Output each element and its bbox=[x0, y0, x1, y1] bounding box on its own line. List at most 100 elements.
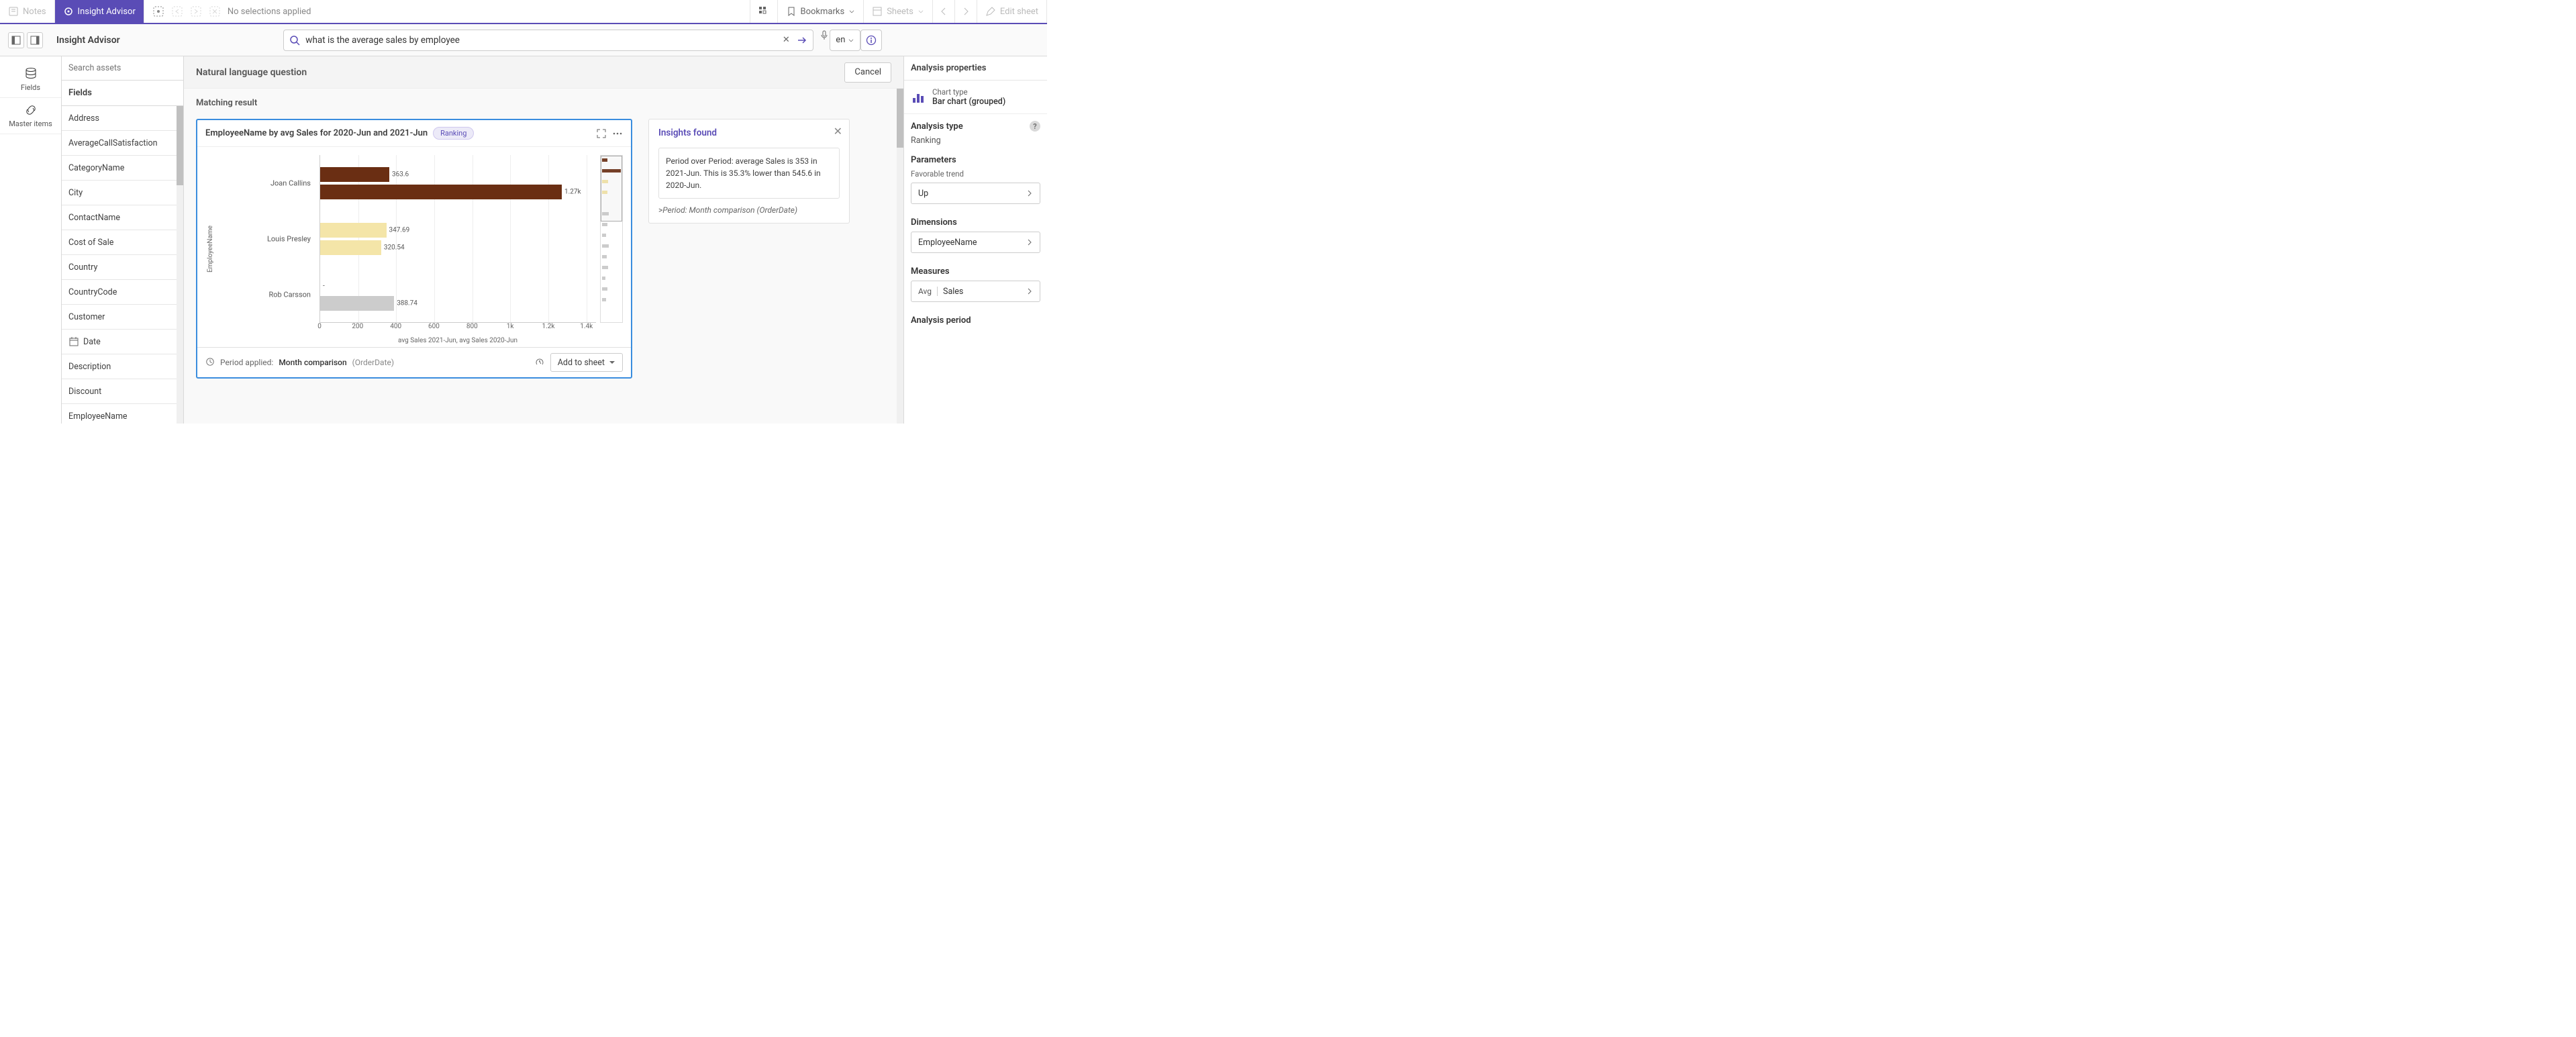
rail-fields[interactable]: Fields bbox=[0, 62, 61, 98]
chevron-right-icon bbox=[1026, 288, 1033, 295]
selections-tool-icon bbox=[758, 6, 769, 17]
add-to-sheet-button[interactable]: Add to sheet bbox=[550, 353, 623, 372]
selections-tool-button[interactable] bbox=[750, 0, 778, 23]
info-button[interactable] bbox=[860, 30, 882, 51]
x-tick-label: 800 bbox=[466, 323, 478, 330]
link-icon bbox=[24, 103, 38, 117]
asset-field-label: Description bbox=[68, 362, 111, 372]
clear-search-icon[interactable]: ✕ bbox=[781, 35, 791, 46]
asset-field-item[interactable]: CountryCode bbox=[62, 280, 183, 305]
favorable-trend-label: Favorable trend bbox=[911, 169, 1040, 179]
chart-type-label: Chart type bbox=[932, 87, 1005, 97]
asset-field-item[interactable]: Country bbox=[62, 255, 183, 280]
chart-title: EmployeeName by avg Sales for 2020-Jun a… bbox=[205, 128, 428, 138]
edit-sheet-button[interactable]: Edit sheet bbox=[977, 0, 1047, 23]
page-title: Insight Advisor bbox=[56, 35, 120, 46]
chart-minimap[interactable] bbox=[600, 155, 623, 323]
category-label: Rob Carsson bbox=[268, 291, 311, 299]
bar-value-label: 363.6 bbox=[392, 170, 409, 178]
language-select[interactable]: en bbox=[830, 30, 860, 51]
asset-field-item[interactable]: Discount bbox=[62, 379, 183, 404]
caret-down-icon bbox=[609, 359, 615, 366]
close-insights-icon[interactable]: ✕ bbox=[834, 125, 842, 138]
bookmarks-button[interactable]: Bookmarks bbox=[778, 0, 864, 23]
chart-card[interactable]: EmployeeName by avg Sales for 2020-Jun a… bbox=[196, 119, 632, 379]
prev-sheet-button[interactable] bbox=[933, 0, 955, 23]
insight-advisor-icon bbox=[63, 6, 74, 17]
explore-icon[interactable] bbox=[534, 356, 545, 369]
asset-field-item[interactable]: Customer bbox=[62, 305, 183, 330]
assets-list: Address AverageCallSatisfaction CategoryNa… bbox=[62, 106, 183, 424]
search-input[interactable] bbox=[305, 35, 775, 46]
bar[interactable]: 347.69 bbox=[320, 223, 387, 238]
analysis-period-label: Analysis period bbox=[911, 315, 971, 326]
asset-field-item[interactable]: Description bbox=[62, 354, 183, 379]
asset-field-item[interactable]: AverageCallSatisfaction bbox=[62, 131, 183, 156]
assets-scrollbar[interactable] bbox=[177, 106, 183, 424]
asset-field-item[interactable]: EmployeeName bbox=[62, 404, 183, 424]
parameters-label: Parameters bbox=[911, 155, 956, 165]
center-scrollbar[interactable] bbox=[897, 89, 903, 424]
insights-card: ✕ Insights found Period over Period: ave… bbox=[648, 119, 850, 224]
bar[interactable]: 320.54 bbox=[320, 240, 381, 255]
bar[interactable]: 363.6 bbox=[320, 167, 389, 182]
dimension-select[interactable]: EmployeeName bbox=[911, 232, 1040, 253]
microphone-icon[interactable] bbox=[819, 30, 830, 40]
add-to-sheet-label: Add to sheet bbox=[558, 358, 605, 368]
submit-search-icon[interactable] bbox=[797, 35, 807, 46]
left-panel-toggle[interactable] bbox=[8, 32, 24, 48]
center-column: Natural language question Cancel Matchin… bbox=[184, 56, 903, 424]
asset-field-item[interactable]: Address bbox=[62, 106, 183, 131]
cancel-button[interactable]: Cancel bbox=[844, 62, 891, 83]
asset-field-item[interactable]: City bbox=[62, 181, 183, 205]
category-label: Joan Callins bbox=[270, 179, 311, 187]
edit-sheet-label: Edit sheet bbox=[1000, 7, 1038, 17]
bookmarks-label: Bookmarks bbox=[801, 7, 845, 17]
bar[interactable]: 1.27k bbox=[320, 185, 562, 199]
asset-field-label: Address bbox=[68, 113, 99, 124]
help-icon[interactable]: ? bbox=[1030, 121, 1040, 132]
info-icon bbox=[866, 35, 877, 46]
chart-badge: Ranking bbox=[433, 127, 474, 140]
clear-selections-icon[interactable] bbox=[209, 5, 221, 17]
asset-field-label: Customer bbox=[68, 312, 105, 322]
category-label: Louis Presley bbox=[267, 235, 311, 244]
period-source: (OrderDate) bbox=[352, 358, 394, 367]
asset-field-item[interactable]: Date bbox=[62, 330, 183, 354]
insight-advisor-button[interactable]: Insight Advisor bbox=[55, 0, 144, 23]
left-panel-icon bbox=[11, 36, 21, 45]
next-sheet-button[interactable] bbox=[955, 0, 977, 23]
rail-master-label: Master items bbox=[3, 119, 58, 128]
step-forward-icon[interactable] bbox=[190, 5, 202, 17]
analysis-type-value: Ranking bbox=[911, 136, 1040, 146]
favorable-trend-select[interactable]: Up bbox=[911, 183, 1040, 204]
assets-section-header: Fields bbox=[62, 81, 183, 106]
sheets-button[interactable]: Sheets bbox=[864, 0, 933, 23]
dimension-value: EmployeeName bbox=[918, 238, 1026, 248]
right-panel-toggle[interactable] bbox=[27, 32, 43, 48]
rail-master-items[interactable]: Master items bbox=[0, 98, 61, 134]
period-applied-label: Period applied: bbox=[220, 358, 273, 367]
chart-y-axis-label: EmployeeName bbox=[205, 155, 215, 343]
insight-advisor-label: Insight Advisor bbox=[78, 7, 136, 17]
more-icon[interactable] bbox=[612, 128, 623, 139]
left-rail: Fields Master items bbox=[0, 56, 62, 424]
step-back-icon[interactable] bbox=[171, 5, 183, 17]
notes-label: Notes bbox=[23, 7, 46, 17]
assets-search-input[interactable] bbox=[62, 56, 183, 80]
chevron-right-icon bbox=[1026, 190, 1033, 197]
chart-plot-area[interactable]: Joan Callins Louis Presley Rob Carsson 363… bbox=[215, 155, 623, 343]
asset-field-item[interactable]: CategoryName bbox=[62, 156, 183, 181]
asset-field-label: CategoryName bbox=[68, 163, 124, 173]
bookmark-icon bbox=[786, 6, 797, 17]
asset-field-label: Date bbox=[83, 337, 101, 347]
asset-field-item[interactable]: Cost of Sale bbox=[62, 230, 183, 255]
header-bar: Insight Advisor ✕ en bbox=[0, 24, 1047, 56]
asset-field-item[interactable]: ContactName bbox=[62, 205, 183, 230]
smart-select-icon[interactable] bbox=[152, 5, 164, 17]
bar[interactable]: 388.74 bbox=[320, 296, 394, 311]
chevron-right-icon bbox=[960, 6, 971, 17]
fullscreen-icon[interactable] bbox=[596, 128, 607, 139]
notes-button[interactable]: Notes bbox=[0, 0, 55, 23]
measure-select[interactable]: Avg Sales bbox=[911, 281, 1040, 302]
